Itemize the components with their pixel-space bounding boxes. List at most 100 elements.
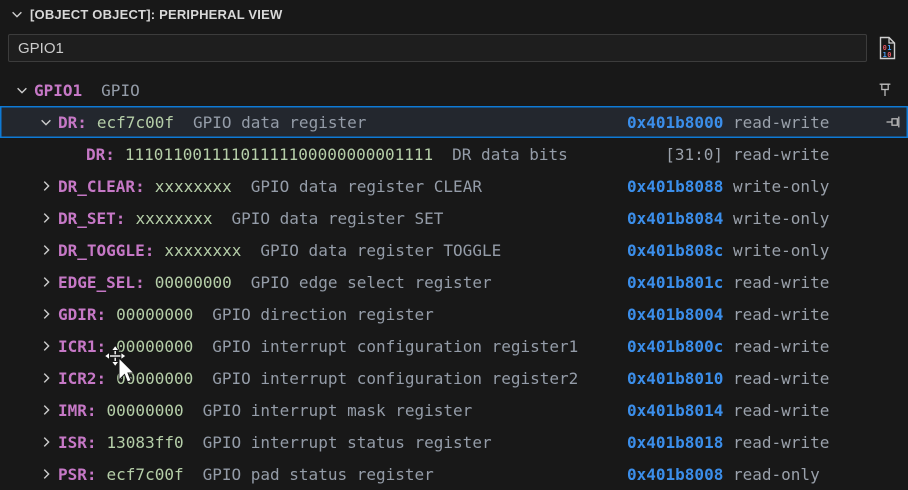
register-address: 0x401b800c <box>627 337 723 356</box>
register-row[interactable]: GPIO1 GPIO <box>0 74 908 106</box>
svg-text:0: 0 <box>887 51 891 59</box>
register-meta: 0x401b8004 read-write <box>627 298 829 330</box>
chevron-down-icon[interactable] <box>8 6 26 22</box>
register-meta: 0x401b8010 read-write <box>627 362 829 394</box>
register-name: DR: <box>58 113 87 132</box>
register-value: xxxxxxxx <box>164 241 241 260</box>
register-row[interactable]: DR: 11101100111101111100000000001111 DR … <box>0 138 908 170</box>
register-value: 00000000 <box>116 369 193 388</box>
access-type: read-only <box>733 465 820 484</box>
register-description: DR data bits <box>452 145 568 164</box>
register-row[interactable]: DR: ecf7c00f GPIO data register 0x401b80… <box>0 106 908 138</box>
register-address: 0x401b8000 <box>627 113 723 132</box>
register-name: GPIO1 <box>34 81 82 100</box>
register-address: 0x401b801c <box>627 273 723 292</box>
register-description: GPIO direction register <box>212 305 434 324</box>
access-type: read-write <box>733 401 829 420</box>
access-type: write-only <box>733 241 829 260</box>
register-meta: 0x401b8008 read-only <box>627 458 820 490</box>
register-row[interactable]: IMR: 00000000 GPIO interrupt mask regist… <box>0 394 908 426</box>
svg-text:1: 1 <box>883 51 887 59</box>
chevron-right-icon[interactable] <box>36 368 56 388</box>
access-type: write-only <box>733 177 829 196</box>
register-value: 00000000 <box>155 273 232 292</box>
access-type: write-only <box>733 209 829 228</box>
register-name: GDIR: <box>58 305 106 324</box>
register-row[interactable]: ISR: 13083ff0 GPIO interrupt status regi… <box>0 426 908 458</box>
register-address: 0x401b8088 <box>627 177 723 196</box>
chevron-right-icon[interactable] <box>36 400 56 420</box>
panel-header[interactable]: [OBJECT OBJECT]: PERIPHERAL VIEW <box>0 0 908 28</box>
register-name: DR_TOGGLE: <box>58 241 154 260</box>
register-meta: 0x401b808c write-only <box>627 234 829 266</box>
chevron-down-icon[interactable] <box>12 80 32 100</box>
access-type: read-write <box>733 433 829 452</box>
register-row[interactable]: ICR2: 00000000 GPIO interrupt configurat… <box>0 362 908 394</box>
register-row[interactable]: DR_CLEAR: xxxxxxxx GPIO data register CL… <box>0 170 908 202</box>
chevron-right-icon[interactable] <box>36 464 56 484</box>
panel-title: [OBJECT OBJECT]: PERIPHERAL VIEW <box>30 7 282 22</box>
register-name: ICR1: <box>58 337 106 356</box>
register-name: DR_SET: <box>58 209 125 228</box>
register-description: GPIO interrupt status register <box>203 433 492 452</box>
pin-vertical-icon[interactable] <box>877 82 893 98</box>
chevron-down-icon[interactable] <box>36 112 56 132</box>
register-meta: 0x401b8014 read-write <box>627 394 829 426</box>
register-description: GPIO <box>101 81 140 100</box>
register-address: 0x401b8010 <box>627 369 723 388</box>
register-description: GPIO data register SET <box>232 209 444 228</box>
chevron-right-icon[interactable] <box>36 272 56 292</box>
register-row[interactable]: PSR: ecf7c00f GPIO pad status register 0… <box>0 458 908 490</box>
peripheral-view-panel: { "header": { "title": "[OBJECT OBJECT]:… <box>0 0 908 490</box>
register-row[interactable]: GDIR: 00000000 GPIO direction register 0… <box>0 298 908 330</box>
chevron-right-icon[interactable] <box>36 336 56 356</box>
register-name: IMR: <box>58 401 97 420</box>
access-type: read-write <box>733 273 829 292</box>
register-name: DR: <box>86 145 115 164</box>
bit-range: [31:0] <box>627 145 723 164</box>
pin-horizontal-icon[interactable] <box>885 114 901 130</box>
register-description: GPIO interrupt mask register <box>203 401 473 420</box>
access-type: read-write <box>733 145 829 164</box>
register-value: 00000000 <box>107 401 184 420</box>
register-name: DR_CLEAR: <box>58 177 145 196</box>
register-row[interactable]: ICR1: 00000000 GPIO interrupt configurat… <box>0 330 908 362</box>
register-row[interactable]: EDGE_SEL: 00000000 GPIO edge select regi… <box>0 266 908 298</box>
register-meta: [31:0] read-write <box>627 138 829 170</box>
chevron-right-icon[interactable] <box>36 176 56 196</box>
access-type: read-write <box>733 113 829 132</box>
register-meta: 0x401b8000 read-write <box>627 106 829 138</box>
register-value: 11101100111101111100000000001111 <box>125 145 433 164</box>
register-address: 0x401b8018 <box>627 433 723 452</box>
register-meta: 0x401b8018 read-write <box>627 426 829 458</box>
peripheral-filter-input[interactable] <box>8 34 867 62</box>
register-address: 0x401b8084 <box>627 209 723 228</box>
access-type: read-write <box>733 369 829 388</box>
register-address: 0x401b8014 <box>627 401 723 420</box>
register-name: EDGE_SEL: <box>58 273 145 292</box>
register-row[interactable]: DR_TOGGLE: xxxxxxxx GPIO data register T… <box>0 234 908 266</box>
access-type: read-write <box>733 305 829 324</box>
binary-file-icon: 0 1 1 0 <box>876 36 898 60</box>
chevron-right-icon[interactable] <box>36 432 56 452</box>
register-name: PSR: <box>58 465 97 484</box>
register-description: GPIO pad status register <box>203 465 434 484</box>
register-value: ecf7c00f <box>97 113 174 132</box>
chevron-right-icon[interactable] <box>36 240 56 260</box>
register-description: GPIO data register <box>193 113 366 132</box>
toggle-radix-button[interactable]: 0 1 1 0 <box>874 34 900 62</box>
register-value: ecf7c00f <box>107 465 184 484</box>
register-description: GPIO interrupt configuration register1 <box>212 337 578 356</box>
register-value: xxxxxxxx <box>155 177 232 196</box>
register-value: 13083ff0 <box>107 433 184 452</box>
register-description: GPIO edge select register <box>251 273 492 292</box>
register-meta: 0x401b8084 write-only <box>627 202 829 234</box>
register-name: ISR: <box>58 433 97 452</box>
register-description: GPIO data register CLEAR <box>251 177 482 196</box>
chevron-right-icon[interactable] <box>36 208 56 228</box>
register-tree: GPIO1 GPIO DR: ecf7c00f GPIO data regist… <box>0 74 908 490</box>
chevron-right-icon[interactable] <box>36 304 56 324</box>
register-row[interactable]: DR_SET: xxxxxxxx GPIO data register SET … <box>0 202 908 234</box>
register-meta: 0x401b801c read-write <box>627 266 829 298</box>
register-value: 00000000 <box>116 305 193 324</box>
